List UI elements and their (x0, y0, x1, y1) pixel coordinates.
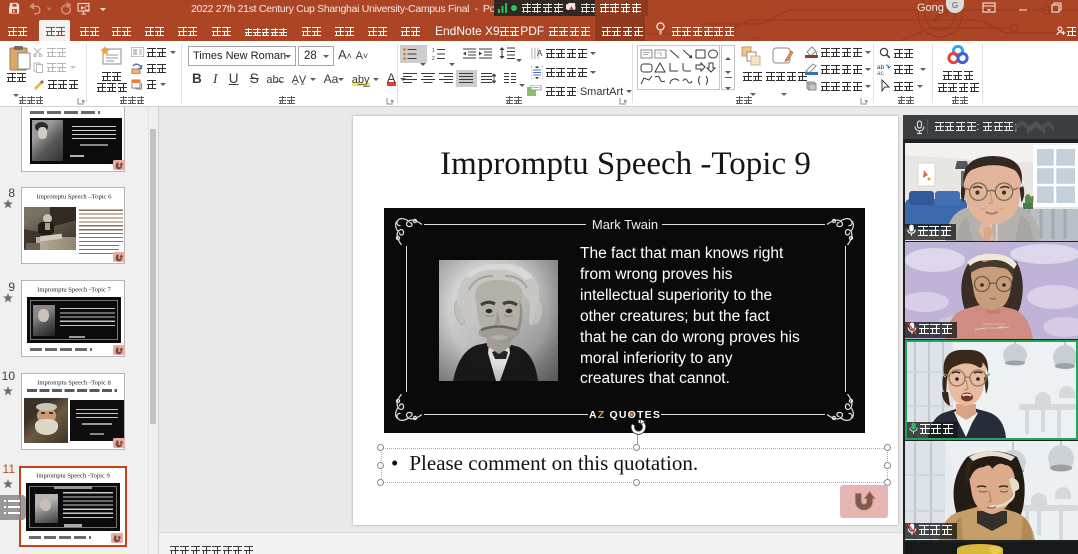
svg-text:ac: ac (877, 70, 885, 75)
svg-text:A: A (537, 49, 543, 58)
svg-text:2: 2 (432, 56, 435, 60)
svg-text:1: 1 (432, 48, 435, 54)
